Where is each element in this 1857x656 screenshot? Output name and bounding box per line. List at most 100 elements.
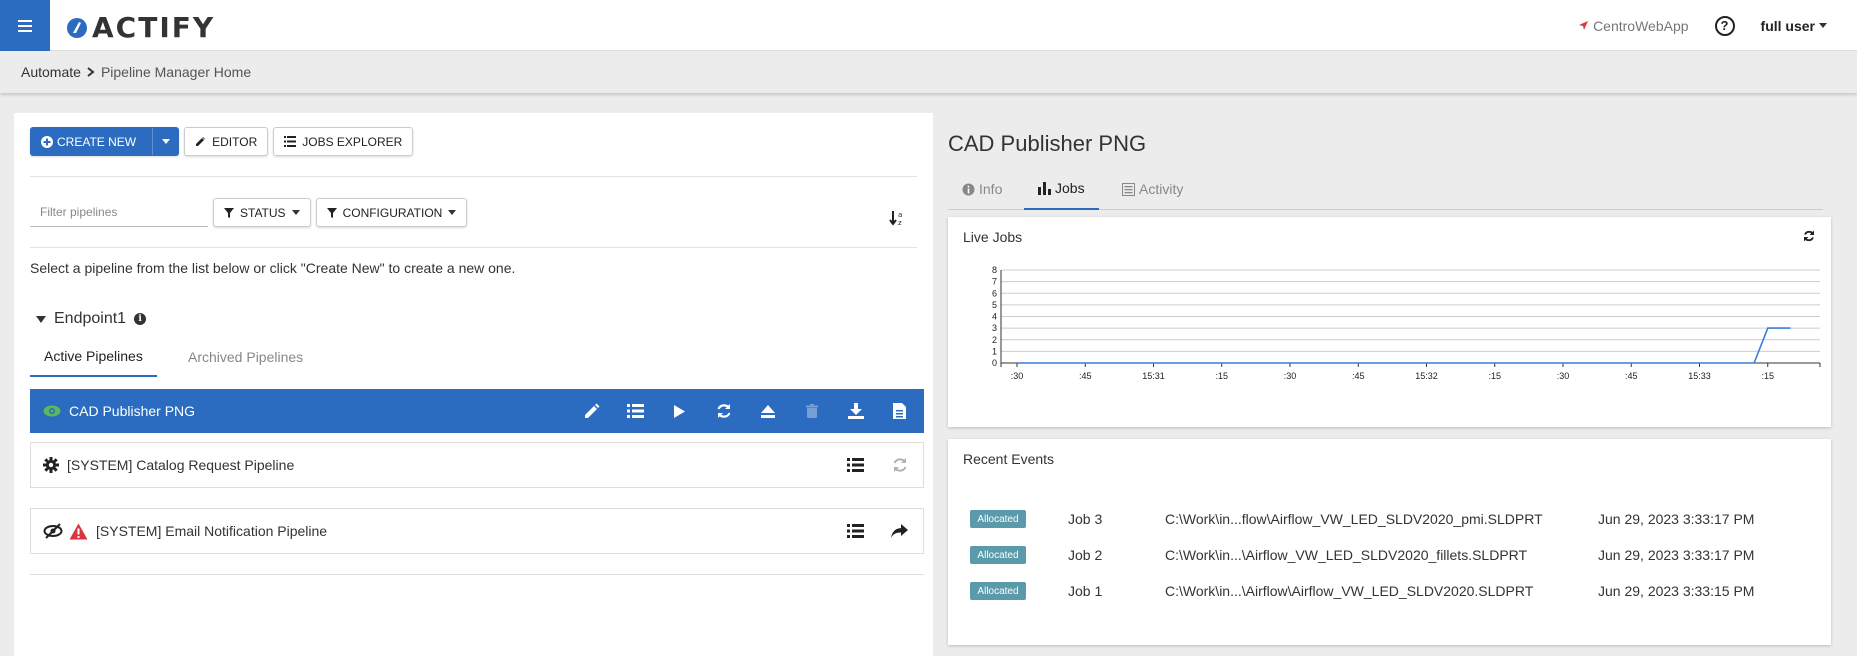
user-menu[interactable]: full user	[1761, 18, 1827, 34]
pipeline-jobs-button[interactable]	[844, 458, 867, 472]
event-path: C:\Work\in...flow\Airflow_VW_LED_SLDV202…	[1165, 511, 1543, 527]
refresh-pipeline-button[interactable]	[888, 457, 911, 473]
filter-row: Filter pipelines STATUS CONFIGURATION	[30, 198, 468, 227]
file-text-icon	[893, 403, 906, 419]
endpoint-group-header[interactable]: Endpoint1 i	[36, 310, 147, 328]
info-circle-icon	[962, 183, 975, 195]
list-icon	[847, 458, 864, 472]
filter-icon	[224, 207, 234, 218]
create-new-label: CREATE NEW	[57, 134, 137, 149]
tab-activity-label: Activity	[1139, 181, 1184, 197]
pipeline-row-email-notification[interactable]: [SYSTEM] Email Notification Pipeline	[30, 508, 924, 554]
pipeline-jobs-button[interactable]	[624, 404, 647, 418]
editor-label: EDITOR	[212, 134, 258, 149]
toolbar: CREATE NEW EDITOR JOBS EXPLORER	[30, 127, 414, 156]
x-tick-label: :30	[1557, 371, 1570, 381]
chevron-down-icon	[1819, 23, 1827, 28]
jobs-explorer-label: JOBS EXPLORER	[302, 134, 403, 149]
tab-active-pipelines[interactable]: Active Pipelines	[30, 337, 157, 377]
tab-info[interactable]: Info	[948, 168, 1016, 210]
info-icon[interactable]: i	[134, 313, 147, 325]
run-pipeline-button[interactable]	[668, 404, 691, 419]
eject-icon	[760, 405, 775, 418]
tab-info-label: Info	[979, 181, 1003, 197]
status-filter-button[interactable]: STATUS	[213, 198, 311, 227]
tab-archived-pipelines[interactable]: Archived Pipelines	[174, 337, 317, 377]
svg-text:z: z	[898, 219, 902, 226]
centro-webapp-link[interactable]: CentroWebApp	[1578, 17, 1689, 34]
chevron-down-icon	[161, 139, 170, 144]
download-icon	[847, 403, 864, 419]
edit-pipeline-button[interactable]	[580, 403, 603, 419]
pipeline-document-button[interactable]	[888, 403, 911, 419]
x-tick-label: :45	[1352, 371, 1365, 381]
chevron-down-icon	[291, 210, 300, 215]
tab-activity[interactable]: Activity	[1108, 168, 1197, 210]
status-badge: Allocated	[970, 582, 1026, 600]
actify-logo[interactable]: ACTIFY	[66, 11, 215, 44]
x-tick-label: :30	[1284, 371, 1297, 381]
share-pipeline-button[interactable]	[888, 524, 911, 538]
detail-tabs: Info Jobs Activity	[948, 168, 1823, 210]
hamburger-menu-button[interactable]	[0, 0, 50, 51]
pencil-icon	[196, 137, 206, 146]
eject-pipeline-button[interactable]	[756, 404, 779, 418]
breadcrumb: Automate Pipeline Manager Home	[0, 51, 1857, 93]
app-link-label: CentroWebApp	[1593, 17, 1689, 34]
filter-icon	[326, 207, 337, 218]
refresh-pipeline-button[interactable]	[712, 403, 735, 419]
pipeline-row-cad-publisher[interactable]: CAD Publisher PNG	[30, 389, 924, 433]
recent-events-card: Recent Events Allocated Job 3 C:\Work\in…	[948, 439, 1831, 645]
y-tick-label: 1	[992, 346, 997, 356]
tab-jobs[interactable]: Jobs	[1024, 168, 1099, 210]
status-filter-label: STATUS	[240, 205, 286, 220]
event-row[interactable]: Allocated Job 3 C:\Work\in...flow\Airflo…	[970, 508, 1820, 530]
list-icon	[284, 136, 297, 147]
download-pipeline-button[interactable]	[844, 403, 867, 419]
play-icon	[674, 404, 685, 418]
configuration-filter-button[interactable]: CONFIGURATION	[315, 198, 468, 227]
hamburger-icon	[18, 19, 32, 32]
editor-button[interactable]: EDITOR	[184, 127, 269, 156]
x-tick-label: 15:32	[1415, 371, 1438, 381]
create-new-dropdown-button[interactable]	[152, 128, 178, 155]
y-tick-label: 3	[992, 323, 997, 333]
divider	[30, 247, 917, 248]
pipeline-jobs-button[interactable]	[844, 524, 867, 538]
x-tick-label: :15	[1215, 371, 1228, 381]
event-row[interactable]: Allocated Job 2 C:\Work\in...\Airflow_VW…	[970, 544, 1820, 566]
live-jobs-card: Live Jobs 0 1 2 3 4 5 6 7 8:30:45 15:31:15:30:45 1…	[948, 217, 1831, 427]
warning-icon	[69, 523, 88, 539]
brand-name: ACTIFY	[92, 11, 216, 44]
pipeline-row-catalog-request[interactable]: [SYSTEM] Catalog Request Pipeline	[30, 442, 924, 488]
refresh-icon[interactable]	[1803, 230, 1815, 242]
filter-pipelines-input[interactable]: Filter pipelines	[30, 199, 208, 227]
live-jobs-title: Live Jobs	[963, 229, 1023, 245]
configuration-filter-label: CONFIGURATION	[342, 205, 443, 220]
divider	[30, 176, 917, 177]
breadcrumb-automate[interactable]: Automate	[21, 64, 81, 80]
event-job: Job 1	[1068, 583, 1103, 599]
eye-icon	[43, 405, 61, 417]
gear-icon	[43, 457, 59, 473]
y-tick-label: 6	[992, 288, 997, 298]
bar-chart-icon	[1038, 181, 1051, 195]
x-tick-label: :30	[1011, 371, 1024, 381]
trash-icon	[805, 404, 818, 418]
jobs-explorer-button[interactable]: JOBS EXPLORER	[273, 127, 414, 156]
y-tick-label: 5	[992, 300, 997, 310]
y-tick-label: 7	[992, 277, 997, 287]
help-icon[interactable]: ?	[1714, 15, 1735, 36]
actify-logo-icon	[67, 17, 87, 38]
y-tick-label: 4	[992, 312, 997, 322]
event-time: Jun 29, 2023 3:33:17 PM	[1598, 547, 1755, 563]
instructions-text: Select a pipeline from the list below or…	[30, 260, 516, 276]
event-row[interactable]: Allocated Job 1 C:\Work\in...\Airflow\Ai…	[970, 580, 1820, 602]
user-name: full user	[1760, 17, 1815, 34]
list-alt-icon	[1122, 182, 1135, 196]
sort-alpha-icon[interactable]: az	[889, 210, 905, 226]
x-tick-label: 15:31	[1142, 371, 1165, 381]
delete-pipeline-button[interactable]	[800, 404, 823, 418]
status-badge: Allocated	[970, 510, 1026, 528]
create-new-button[interactable]: CREATE NEW	[30, 127, 180, 156]
